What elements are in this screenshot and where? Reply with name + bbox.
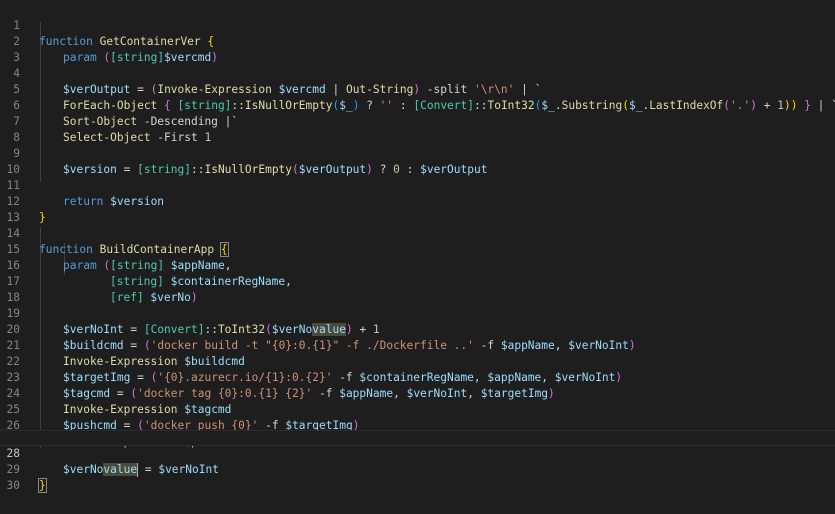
- code-line[interactable]: 1 function GetContainerVer {: [0, 2, 835, 48]
- code-line[interactable]: 13: [0, 194, 835, 224]
- code-line[interactable]: 8: [0, 114, 835, 144]
- code-line[interactable]: 16 [string] $containerRegName,: [0, 242, 835, 288]
- code-line[interactable]: 22 $targetImg = ('{0}.azurecr.io/{1}:0.{…: [0, 338, 835, 384]
- code-line[interactable]: 5 ForEach-Object { [string]::IsNullOrEmp…: [0, 66, 835, 112]
- code-line[interactable]: 2 param ([string]$vercmd): [0, 18, 835, 64]
- code-line[interactable]: 7 Select-Object -First 1: [0, 98, 835, 144]
- code-line[interactable]: 18: [0, 274, 835, 304]
- matched-bracket: }: [38, 478, 47, 493]
- code-line[interactable]: 14 function BuildContainerApp {: [0, 210, 835, 257]
- code-line[interactable]: 17 [ref] $verNo): [0, 258, 835, 304]
- code-line[interactable]: 29 }: [0, 446, 835, 493]
- current-code-line[interactable]: 28 $verNovalue = $verNoInt: [0, 430, 835, 477]
- code-line[interactable]: 3: [0, 34, 835, 64]
- code-line[interactable]: 12 }: [0, 178, 835, 224]
- line-number: 30: [6, 479, 20, 492]
- code-line[interactable]: 24 Invoke-Expression $tagcmd: [0, 370, 835, 416]
- code-line[interactable]: 15 param ([string] $appName,: [0, 226, 835, 272]
- code-line[interactable]: 19 $verNoInt = [Convert]::ToInt32($verNo…: [0, 290, 835, 336]
- code-line[interactable]: 26 Invoke-Expression $pushcmd: [0, 402, 835, 448]
- code-line[interactable]: 6 Sort-Object -Descending |`: [0, 82, 835, 128]
- code-line[interactable]: 4 $verOutput = (Invoke-Expression $vercm…: [0, 50, 835, 96]
- code-line[interactable]: 30: [0, 462, 835, 492]
- code-text: }: [38, 478, 47, 494]
- code-line[interactable]: 20 $buildcmd = ('docker build -t "{0}:0.…: [0, 306, 835, 352]
- code-line[interactable]: 11 return $version: [0, 162, 835, 208]
- code-line[interactable]: 25 $pushcmd = ('docker push {0}' -f $tar…: [0, 386, 835, 432]
- code-line[interactable]: 21 Invoke-Expression $buildcmd: [0, 322, 835, 368]
- code-editor[interactable]: 1 function GetContainerVer { 2 param ([s…: [0, 0, 835, 514]
- code-line[interactable]: 9 $version = [string]::IsNullOrEmpty($ve…: [0, 130, 835, 176]
- code-line[interactable]: 10: [0, 146, 835, 176]
- code-line[interactable]: 23 $tagcmd = ('docker tag {0}:0.{1} {2}'…: [0, 354, 835, 400]
